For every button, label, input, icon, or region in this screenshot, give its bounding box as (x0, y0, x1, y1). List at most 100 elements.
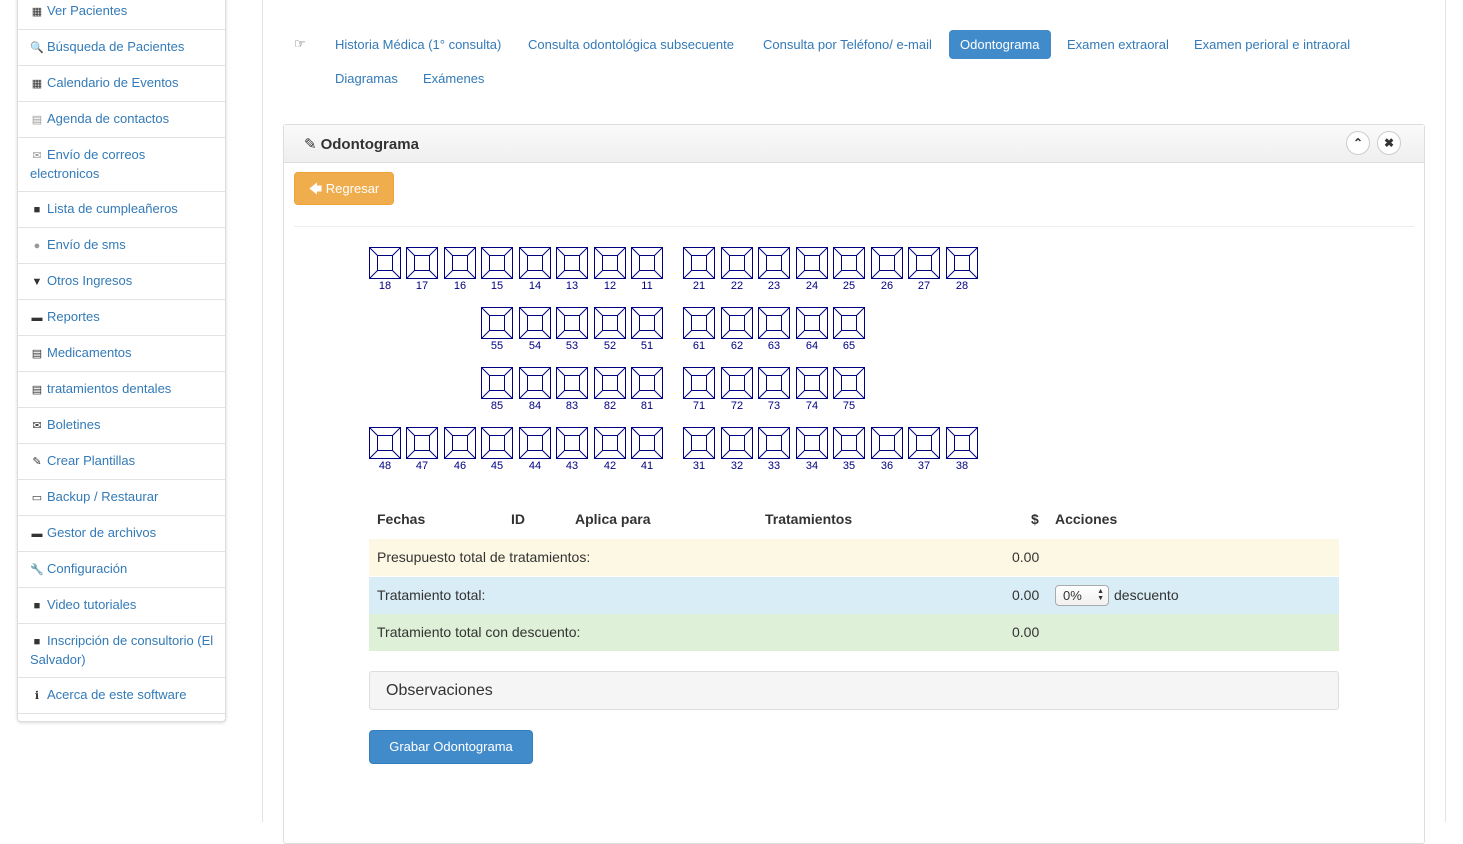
tooth[interactable]: 41 (631, 427, 663, 472)
sidebar-item[interactable]: ℹ Acerca de este software (18, 678, 225, 714)
tooth-diagram (519, 367, 551, 399)
search-icon: 🔍 (30, 42, 44, 54)
sidebar-item[interactable]: 🔧 Configuración (18, 552, 225, 588)
sidebar-item[interactable]: ● Envío de sms (18, 228, 225, 264)
tooth-diagram (631, 427, 663, 459)
tooth[interactable]: 42 (594, 427, 626, 472)
tooth[interactable]: 45 (481, 427, 513, 472)
sidebar-item[interactable]: ▼ Otros Ingresos (18, 264, 225, 300)
tooth[interactable]: 73 (758, 367, 790, 412)
tooth[interactable]: 75 (833, 367, 865, 412)
tooth[interactable]: 46 (444, 427, 476, 472)
sidebar-item[interactable]: ▦ Calendario de Eventos (18, 66, 225, 102)
sidebar-item[interactable]: ▤ tratamientos dentales (18, 372, 225, 408)
tooth-number: 62 (730, 340, 744, 352)
tooth-diagram (796, 367, 828, 399)
tooth[interactable]: 17 (406, 247, 438, 292)
tooth[interactable]: 32 (721, 427, 753, 472)
tooth[interactable]: 33 (758, 427, 790, 472)
tooth[interactable]: 47 (406, 427, 438, 472)
collapse-button[interactable]: ⌃ (1346, 131, 1370, 155)
tooth[interactable]: 48 (369, 427, 401, 472)
sidebar-item[interactable]: ▬ Reportes (18, 300, 225, 336)
tooth[interactable]: 63 (758, 307, 790, 352)
tooth[interactable]: 38 (946, 427, 978, 472)
sidebar-item[interactable]: 🔍 Búsqueda de Pacientes (18, 30, 225, 66)
tooth[interactable]: 23 (758, 247, 790, 292)
tooth-number: 16 (453, 280, 467, 292)
tooth-number: 54 (528, 340, 542, 352)
tooth[interactable]: 72 (721, 367, 753, 412)
tab-item[interactable]: Historia Médica (1° consulta) (324, 30, 512, 59)
tooth[interactable]: 26 (871, 247, 903, 292)
discount-select[interactable]: 0% ▲ ▼ (1055, 585, 1109, 606)
tooth[interactable]: 16 (444, 247, 476, 292)
tooth[interactable]: 15 (481, 247, 513, 292)
tooth[interactable]: 61 (683, 307, 715, 352)
tooth[interactable]: 35 (833, 427, 865, 472)
sidebar-item[interactable]: ✉ Envío de correos electronicos (18, 138, 225, 192)
address-book-icon: ▤ (31, 114, 43, 126)
observaciones-panel[interactable]: Observaciones (369, 671, 1339, 710)
tab-item[interactable]: Consulta por Teléfono/ e-mail (752, 30, 943, 59)
tooth-diagram (481, 367, 513, 399)
sidebar-item[interactable]: ■ Lista de cumpleañeros (18, 192, 225, 228)
tooth[interactable]: 71 (683, 367, 715, 412)
tab-item[interactable]: Examen extraoral (1056, 30, 1180, 59)
tooth[interactable]: 85 (481, 367, 513, 412)
tooth[interactable]: 83 (556, 367, 588, 412)
sidebar-item[interactable]: ■ Inscripción de consultorio (El Salvador… (18, 624, 225, 678)
discount-label: descuento (1114, 587, 1179, 603)
tooth[interactable]: 25 (833, 247, 865, 292)
tooth[interactable]: 28 (946, 247, 978, 292)
tooth[interactable]: 64 (796, 307, 828, 352)
tooth[interactable]: 18 (369, 247, 401, 292)
tab-item[interactable]: Consulta odontológica subsecuente (517, 30, 745, 59)
tooth[interactable]: 31 (683, 427, 715, 472)
tooth[interactable]: 12 (594, 247, 626, 292)
sidebar-item[interactable]: ▦ Ver Pacientes (18, 0, 225, 30)
tooth[interactable]: 24 (796, 247, 828, 292)
tab-item[interactable]: Exámenes (412, 64, 495, 93)
sidebar-item[interactable]: ■ Video tutoriales (18, 588, 225, 624)
tooth[interactable]: 14 (519, 247, 551, 292)
sidebar-item[interactable]: ▤ Agenda de contactos (18, 102, 225, 138)
tooth-number: 43 (565, 460, 579, 472)
sidebar-item[interactable]: ▬ Gestor de archivos (18, 516, 225, 552)
sidebar-item-label: Lista de cumpleañeros (47, 201, 178, 216)
sidebar-item[interactable]: ✎ Crear Plantillas (18, 444, 225, 480)
tooth-diagram (683, 247, 715, 279)
close-button[interactable]: ✖ (1377, 131, 1401, 155)
tooth[interactable]: 11 (631, 247, 663, 292)
tooth[interactable]: 36 (871, 427, 903, 472)
sidebar-item[interactable]: ▭ Backup / Restaurar (18, 480, 225, 516)
tooth[interactable]: 51 (631, 307, 663, 352)
tooth[interactable]: 62 (721, 307, 753, 352)
tab-item[interactable]: Examen perioral e intraoral (1183, 30, 1361, 59)
tooth[interactable]: 52 (594, 307, 626, 352)
tooth-diagram (556, 427, 588, 459)
tab-item[interactable]: Odontograma (949, 30, 1051, 59)
tooth[interactable]: 21 (683, 247, 715, 292)
tooth[interactable]: 43 (556, 427, 588, 472)
tooth[interactable]: 13 (556, 247, 588, 292)
tooth[interactable]: 55 (481, 307, 513, 352)
back-button[interactable]: 🡄 Regresar (294, 172, 394, 205)
sidebar-item[interactable]: ▤ Medicamentos (18, 336, 225, 372)
tooth[interactable]: 27 (908, 247, 940, 292)
tooth[interactable]: 53 (556, 307, 588, 352)
tooth[interactable]: 22 (721, 247, 753, 292)
sidebar-item[interactable]: ✉ Boletines (18, 408, 225, 444)
sidebar-item-label: Envío de correos electronicos (30, 147, 146, 181)
tooth[interactable]: 37 (908, 427, 940, 472)
tooth[interactable]: 84 (519, 367, 551, 412)
tooth[interactable]: 54 (519, 307, 551, 352)
tooth[interactable]: 82 (594, 367, 626, 412)
tooth[interactable]: 44 (519, 427, 551, 472)
tooth[interactable]: 74 (796, 367, 828, 412)
tab-item[interactable]: Diagramas (324, 64, 409, 93)
tooth[interactable]: 65 (833, 307, 865, 352)
tooth[interactable]: 34 (796, 427, 828, 472)
save-odontogram-button[interactable]: Grabar Odontograma (369, 730, 533, 764)
tooth[interactable]: 81 (631, 367, 663, 412)
